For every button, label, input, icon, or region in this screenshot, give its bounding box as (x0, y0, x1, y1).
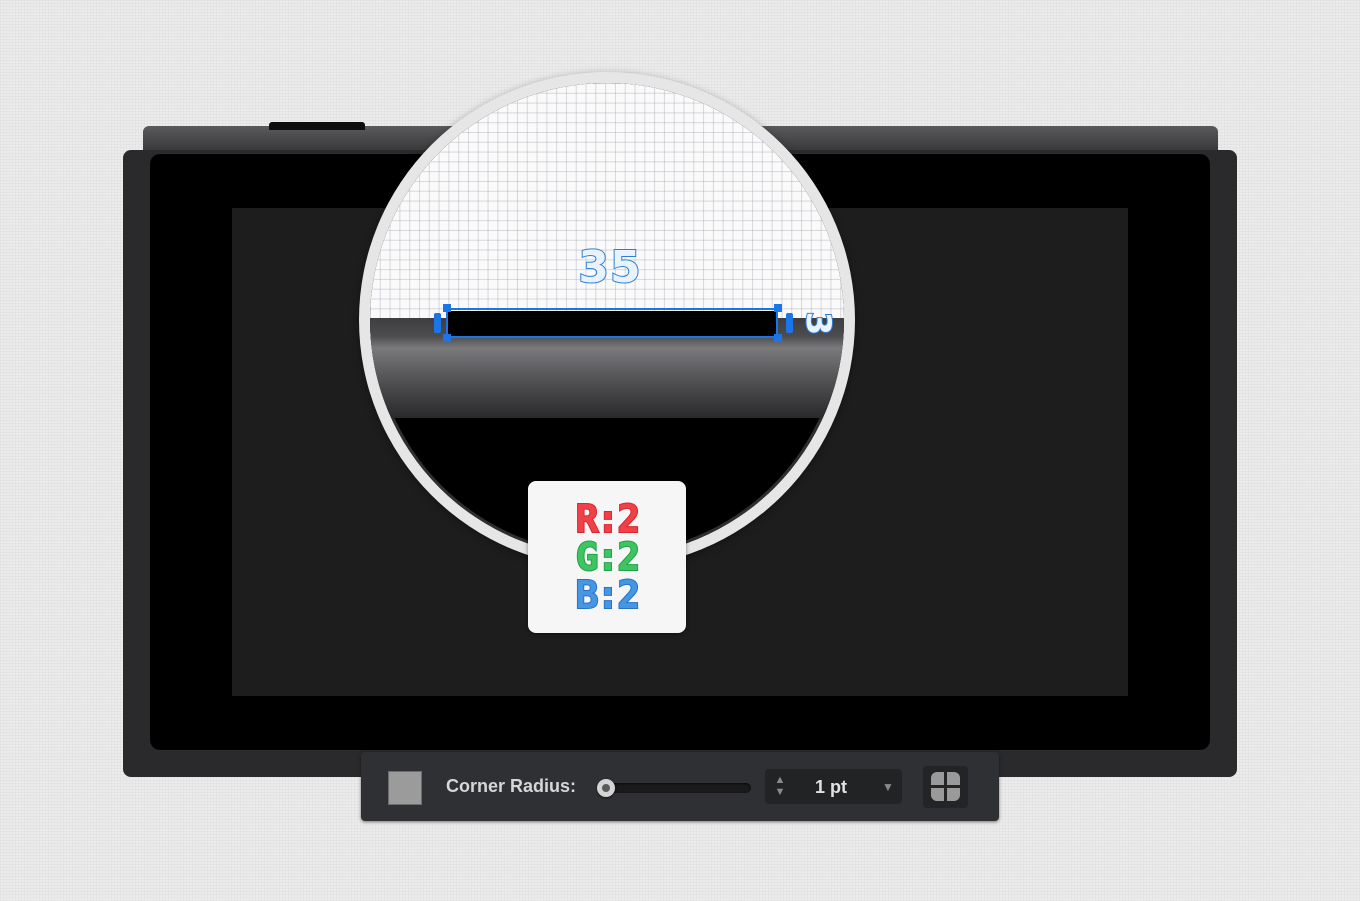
rgb-color-card: R:2 G:2 B:2 (528, 481, 686, 633)
rgb-blue-value: B:2 (575, 573, 642, 617)
selection-handle-top-right[interactable] (774, 304, 782, 312)
corner-radius-value[interactable]: 1 pt (815, 777, 847, 798)
rgb-green-value: G:2 (575, 535, 642, 579)
slider-knob[interactable] (597, 779, 615, 797)
corner-radius-slider[interactable] (599, 783, 751, 793)
width-measurement: 35 (577, 241, 642, 294)
corner-radius-label: Corner Radius: (446, 776, 577, 796)
dropdown-arrow-icon[interactable]: ▼ (882, 780, 894, 794)
rgb-red-value: R:2 (575, 497, 642, 541)
camera-shutter-button (269, 122, 365, 130)
selection-handle-left[interactable] (434, 313, 441, 333)
independent-corners-button[interactable] (923, 766, 968, 808)
selection-handle-right[interactable] (786, 313, 793, 333)
corner-radius-stepper[interactable]: ▲ ▼ 1 pt ▼ (765, 769, 902, 804)
selection-handle-top-left[interactable] (443, 304, 451, 312)
slider-knob-dot (602, 784, 610, 792)
corner-radius-inspector: Corner Radius: ▲ ▼ 1 pt ▼ (361, 752, 999, 821)
height-measurement: 3 (797, 311, 839, 338)
selection-rectangle[interactable] (446, 308, 778, 338)
selection-handle-bottom-left[interactable] (443, 334, 451, 342)
stepper-arrows-icon[interactable]: ▲ ▼ (773, 774, 787, 798)
corners-icon (930, 771, 961, 802)
fill-color-swatch[interactable] (388, 771, 422, 805)
selection-handle-bottom-right[interactable] (774, 334, 782, 342)
